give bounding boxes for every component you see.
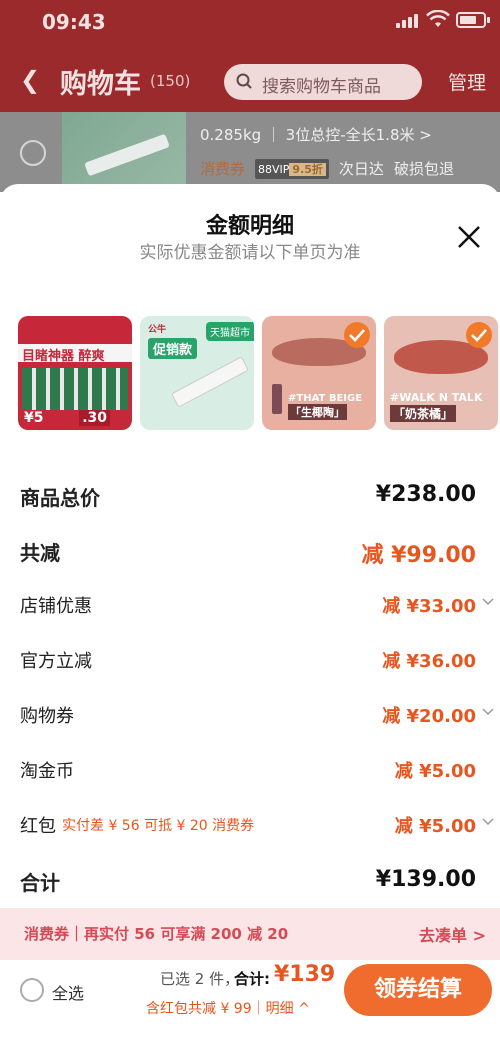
item-thumbnail[interactable] <box>62 112 186 190</box>
item-tags: 消费券 88VIP 9.5折 次日达 破损包退 <box>200 158 454 179</box>
row-shopping-voucher[interactable]: 购物券 减 ¥20.00 <box>20 694 498 749</box>
product-thumbnails: 目睹神器 醉爽 ¥5 .30 公牛 天猫超市 促销款 #THAT BEIGE 「… <box>18 316 498 430</box>
checkout-footer: 全选 已选 2 件， 合计: ¥139 含红包共减 ¥ 99｜明细 ^ 领券结算 <box>0 960 500 1040</box>
red-packet-note: 实付差 ¥ 56 可抵 ¥ 20 消费券 <box>62 818 255 834</box>
grand-total-value: ¥139.00 <box>375 867 476 892</box>
sheet-title: 金额明细 <box>205 214 294 239</box>
battery-icon <box>456 12 490 28</box>
row-total-discount: 共减 减 ¥99.00 <box>20 529 498 584</box>
signal-icon <box>396 14 418 28</box>
add-items-link[interactable]: 去凑单 > <box>419 922 486 946</box>
row-taobao-coins: 淘金币 减 ¥5.00 <box>20 761 476 782</box>
chevron-down-icon <box>482 708 494 716</box>
discount-detail-link[interactable]: 含红包共减 ¥ 99｜明细 ^ <box>146 998 310 1018</box>
coupon-bar[interactable]: 消费券｜再实付 56 可享满 200 减 20 去凑单 > <box>0 908 500 960</box>
amount-detail-sheet: 金额明细 实际优惠金额请以下单页为准 目睹神器 醉爽 ¥5 .30 公牛 天猫超… <box>0 184 500 1040</box>
row-shop-discount[interactable]: 店铺优惠 减 ¥33.00 <box>20 584 498 639</box>
check-icon[interactable] <box>466 322 492 348</box>
close-icon[interactable] <box>456 224 482 250</box>
cart-navbar: ❮ 购物车 (150) 搜索购物车商品 管理 <box>0 52 500 110</box>
item-spec[interactable]: 0.285kg ｜ 3位总控-全长1.8米 > <box>200 124 432 145</box>
check-icon[interactable] <box>344 322 370 348</box>
row-red-packet[interactable]: 红包 实付差 ¥ 56 可抵 ¥ 20 消费券 减 ¥5.00 <box>20 804 498 859</box>
sheet-subtitle: 实际优惠金额请以下单页为准 <box>139 243 361 263</box>
sum-label: 合计: <box>234 970 270 988</box>
tag-vip: 88VIP 9.5折 <box>255 158 329 179</box>
search-placeholder: 搜索购物车商品 <box>262 77 381 97</box>
chevron-down-icon <box>482 598 494 606</box>
search-input[interactable]: 搜索购物车商品 <box>224 64 422 100</box>
checkout-button[interactable]: 领券结算 <box>344 964 492 1016</box>
row-official-discount: 官方立减 减 ¥36.00 <box>20 651 476 672</box>
amount-rows: 商品总价 ¥238.00 共减 减 ¥99.00 店铺优惠 减 ¥33.00 官… <box>20 474 498 914</box>
cart-item: 0.285kg ｜ 3位总控-全长1.8米 > 消费券 88VIP 9.5折 次日… <box>0 112 500 192</box>
item-select-radio[interactable] <box>20 140 46 166</box>
row-grand-total: 合计 ¥139.00 <box>20 867 476 895</box>
product-beer[interactable]: 目睹神器 醉爽 ¥5 .30 <box>18 316 132 430</box>
selected-count: 已选 2 件， <box>160 970 240 988</box>
sum-value: ¥139 <box>274 962 336 987</box>
tag-damage-return: 破损包退 <box>393 160 454 178</box>
search-icon <box>236 73 252 89</box>
cart-count: (150) <box>150 72 191 90</box>
total-discount-value: 减 ¥99.00 <box>361 543 476 568</box>
row-goods-total: 商品总价 ¥238.00 <box>20 482 476 510</box>
product-lipstick-tea[interactable]: #WALK N TALK 「奶茶橘」 <box>384 316 498 430</box>
manage-button[interactable]: 管理 <box>448 68 486 95</box>
status-bar: 09:43 <box>0 0 500 46</box>
goods-total-value: ¥238.00 <box>375 482 476 507</box>
select-all-label[interactable]: 全选 <box>52 980 84 1004</box>
wifi-icon <box>426 10 450 27</box>
select-all-radio[interactable] <box>20 978 44 1002</box>
product-lipstick-beige[interactable]: #THAT BEIGE 「生椰陶」 <box>262 316 376 430</box>
chevron-left-icon[interactable]: ❮ <box>20 66 40 94</box>
tag-coupon: 消费券 <box>200 160 246 178</box>
page-title: 购物车 <box>60 69 141 100</box>
product-power-strip[interactable]: 公牛 天猫超市 促销款 <box>140 316 254 430</box>
chevron-down-icon <box>482 818 494 826</box>
coupon-bar-text: 消费券｜再实付 56 可享满 200 减 20 <box>24 925 289 943</box>
status-time: 09:43 <box>42 10 106 34</box>
tag-next-day: 次日达 <box>338 160 384 178</box>
